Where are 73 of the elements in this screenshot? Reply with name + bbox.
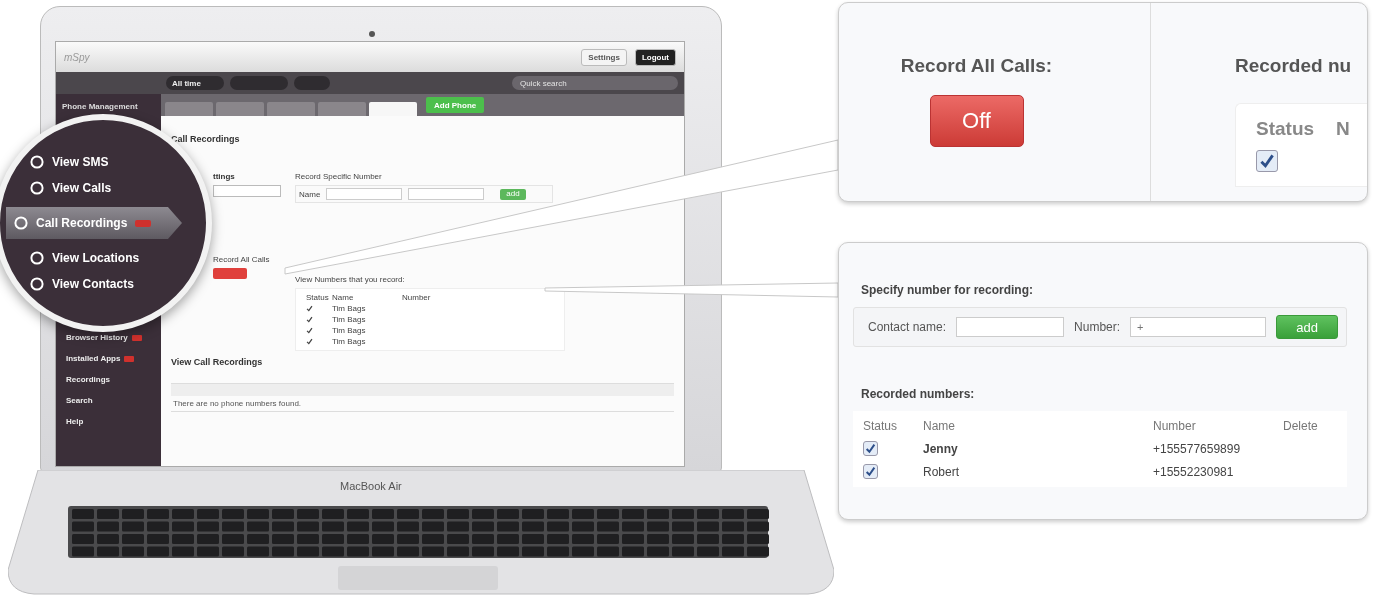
list-heading: View Numbers that you record: [295,275,405,284]
menu-item[interactable]: View Calls [22,181,206,195]
table-cell: Robert [923,464,960,479]
section-heading: ttings [213,172,235,181]
time-field[interactable] [294,76,330,90]
contact-name-label: Contact name: [868,320,947,334]
menu-icon [30,277,44,291]
column-header: N [1336,118,1351,140]
app-logo: mSpy [64,51,91,63]
checkbox[interactable] [863,464,878,479]
sidebar-item[interactable]: Browser History [66,333,155,342]
camera-icon [369,31,375,37]
name-field[interactable] [326,188,403,200]
name-label: Name [299,189,321,199]
column-header: Number [402,293,432,302]
sidebar-item[interactable]: Help [66,417,155,426]
settings-button[interactable]: Settings [581,48,627,66]
check-icon [865,466,876,477]
laptop-brand: MacBook Air [340,480,402,492]
table-cell-text: Tim Bags [332,337,367,346]
column-header: Name [332,293,355,302]
connection-dropdown[interactable] [213,185,281,197]
date-field[interactable] [230,76,288,90]
period-dropdown[interactable]: All time [166,76,224,90]
column-header: Status [1256,118,1316,140]
check-icon [1259,153,1275,169]
column-header: Status [306,293,330,302]
phone-tab[interactable] [318,102,366,116]
checkbox[interactable] [1256,150,1278,172]
number-field[interactable] [408,188,485,200]
menu-icon [30,155,44,169]
sidebar-item[interactable]: Installed Apps [66,354,155,363]
sidebar-item[interactable]: Phone Management [62,102,155,111]
menu-item[interactable]: Call Recordings [6,207,182,239]
column-header: Status [863,419,898,433]
table-cell-text: Tim Bags [332,315,367,324]
check-icon [865,443,876,454]
empty-message: There are no phone numbers found. [171,396,674,412]
column-header: Delete [1283,419,1318,433]
contact-name-field[interactable] [956,317,1065,337]
table-cell: +155577659899 [1153,441,1241,456]
logout-button[interactable]: Logout [634,48,676,66]
menu-icon [30,181,44,195]
phone-tab[interactable] [165,102,213,116]
column-header: Number [1153,419,1196,433]
table-cell-text: Tim Bags [332,304,367,313]
section-heading: Record Specific Number [295,172,382,181]
phone-tab[interactable] [267,102,315,116]
search-field[interactable]: Quick search [512,76,678,90]
checkbox[interactable] [863,441,878,456]
table-cell: +15552230981 [1153,464,1234,479]
menu-item[interactable]: View Locations [22,251,206,265]
column-header: Name [923,419,955,433]
menu-item[interactable]: View SMS [22,155,206,169]
section-heading: Specify number for recording: [861,283,1035,297]
phone-tab[interactable] [369,102,417,116]
phone-tab[interactable] [216,102,264,116]
record-toggle[interactable] [213,268,247,279]
menu-icon [14,216,28,230]
table-cell-text: Tim Bags [332,326,367,335]
record-toggle[interactable]: Off [929,95,1024,147]
section-heading: View Call Recordings [171,357,264,367]
section-heading: Recorded nu [1235,55,1353,77]
sidebar-item[interactable]: Search [66,396,155,405]
menu-item[interactable]: View Contacts [22,277,206,291]
section-heading: Recorded numbers: [861,387,976,401]
record-all-label: Record All Calls: [900,55,1053,77]
number-field[interactable]: + [1130,317,1267,337]
record-all-label: Record All Calls [213,255,270,264]
number-label: Number: [1074,320,1121,334]
sidebar-item[interactable]: Recordings [66,375,155,384]
menu-icon [30,251,44,265]
table-cell: Jenny [923,441,958,456]
